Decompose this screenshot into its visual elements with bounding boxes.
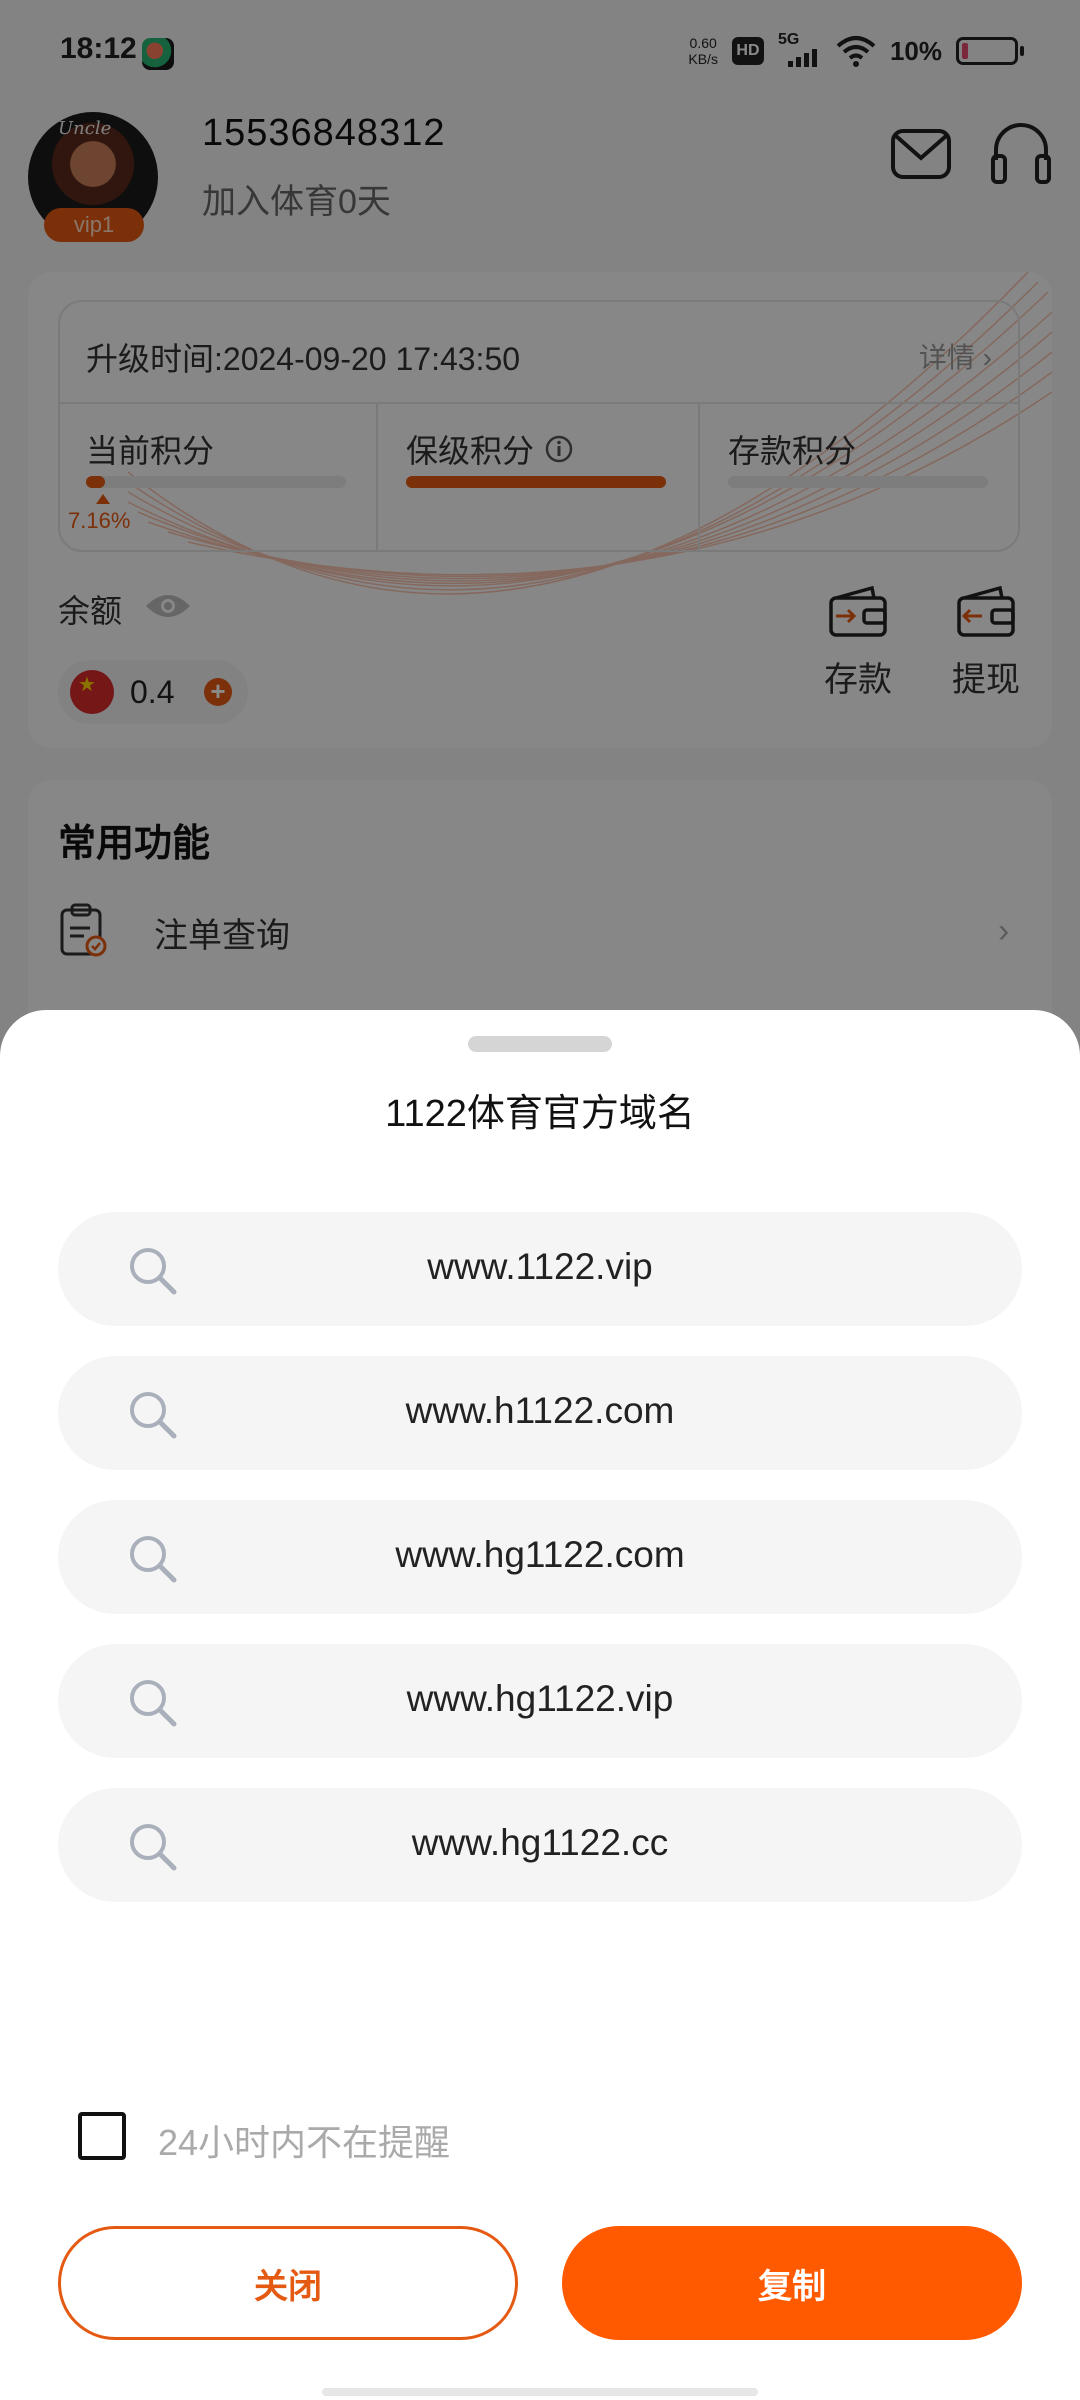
domain-row[interactable]: www.hg1122.cc <box>58 1788 1022 1902</box>
sheet-title: 1122体育官方域名 <box>385 1093 695 1135</box>
domain-row[interactable]: www.h1122.com <box>58 1356 1022 1470</box>
domain-url: www.1122.vip <box>427 1246 653 1287</box>
domain-url: www.hg1122.com <box>395 1534 685 1575</box>
domain-row[interactable]: www.hg1122.vip <box>58 1644 1022 1758</box>
domain-bottom-sheet: 1122体育官方域名 www.1122.vip www.h1122.com ww… <box>0 1010 1080 2400</box>
account-page: 18:12 0.60 KB/s HD 5G 10% Uncle vip1 155… <box>0 0 1080 2400</box>
sheet-drag-handle[interactable] <box>468 1036 612 1052</box>
home-indicator[interactable] <box>322 2388 758 2396</box>
dont-remind-label[interactable]: 24小时内不在提醒 <box>158 2114 450 2166</box>
domain-url: www.hg1122.cc <box>411 1822 669 1863</box>
domain-row[interactable]: www.1122.vip <box>58 1212 1022 1326</box>
domain-row[interactable]: www.hg1122.com <box>58 1500 1022 1614</box>
domain-url: www.h1122.com <box>405 1390 675 1431</box>
copy-button[interactable]: 复制 <box>562 2226 1022 2340</box>
dont-remind-checkbox[interactable] <box>78 2112 126 2160</box>
domain-url: www.hg1122.vip <box>406 1678 674 1719</box>
close-button[interactable]: 关闭 <box>58 2226 518 2340</box>
